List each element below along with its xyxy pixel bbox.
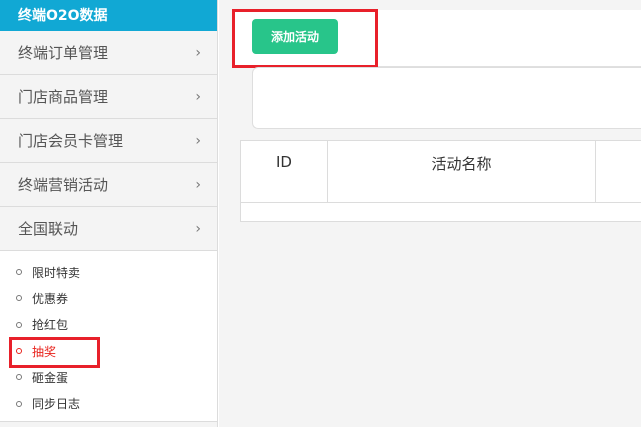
menu-item-label: 终端营销活动 (18, 176, 109, 194)
submenu-item-golden-egg[interactable]: 砸金蛋 (0, 364, 217, 390)
column-header-id[interactable]: ID (241, 141, 328, 202)
menu-item-label: 全国联动 (18, 220, 79, 238)
submenu-item-label: 抽奖 (32, 344, 57, 359)
menu-item-label: 门店商品管理 (18, 88, 109, 106)
bullet-icon (16, 269, 22, 276)
submenu-item-label: 优惠券 (32, 291, 69, 306)
submenu-item-label: 抢红包 (32, 318, 69, 333)
bullet-icon (16, 321, 22, 328)
menu-item-national-linkage[interactable]: 全国联动 › (0, 207, 217, 251)
bullet-icon (16, 374, 22, 381)
add-activity-button[interactable]: 添加活动 (252, 19, 338, 54)
submenu-item-coupons[interactable]: 优惠券 (0, 285, 217, 311)
bullet-icon (16, 400, 22, 407)
submenu-item-red-envelope[interactable]: 抢红包 (0, 312, 217, 338)
column-header-activity-name[interactable]: 活动名称 (328, 141, 596, 202)
bullet-icon (16, 348, 22, 355)
column-header-extra[interactable] (596, 141, 641, 202)
submenu-item-label: 砸金蛋 (32, 370, 69, 385)
bullet-icon (16, 295, 22, 302)
chevron-right-icon: › (195, 44, 201, 61)
submenu-item-label: 同步日志 (32, 397, 81, 412)
submenu-item-flash-sale[interactable]: 限时特卖 (0, 259, 217, 285)
menu-item-store-member-cards[interactable]: 门店会员卡管理 › (0, 119, 217, 163)
menu-item-terminal-marketing[interactable]: 终端营销活动 › (0, 163, 217, 207)
sidebar-header: 终端O2O数据 (0, 0, 217, 31)
sidebar: 终端O2O数据 终端订单管理 › 门店商品管理 › 门店会员卡管理 › 终端营销… (0, 0, 218, 427)
chevron-right-icon: › (195, 132, 201, 149)
activity-table: ID 活动名称 (240, 140, 641, 222)
chevron-right-icon: › (195, 220, 201, 237)
chevron-right-icon: › (195, 176, 201, 193)
filter-panel (252, 67, 641, 129)
submenu-item-label: 限时特卖 (32, 265, 81, 280)
main-content: 添加活动 ID 活动名称 (219, 0, 641, 427)
menu-item-label: 门店会员卡管理 (18, 132, 124, 150)
submenu: 限时特卖 优惠券 抢红包 抽奖 砸金蛋 同步日志 (0, 251, 217, 422)
chevron-right-icon: › (195, 88, 201, 105)
submenu-item-sync-log[interactable]: 同步日志 (0, 390, 217, 416)
menu-item-label: 终端订单管理 (18, 44, 109, 62)
table-header-row: ID 活动名称 (241, 141, 641, 203)
submenu-item-lottery[interactable]: 抽奖 (0, 338, 217, 364)
menu-item-store-products[interactable]: 门店商品管理 › (0, 75, 217, 119)
menu-item-terminal-orders[interactable]: 终端订单管理 › (0, 31, 217, 75)
